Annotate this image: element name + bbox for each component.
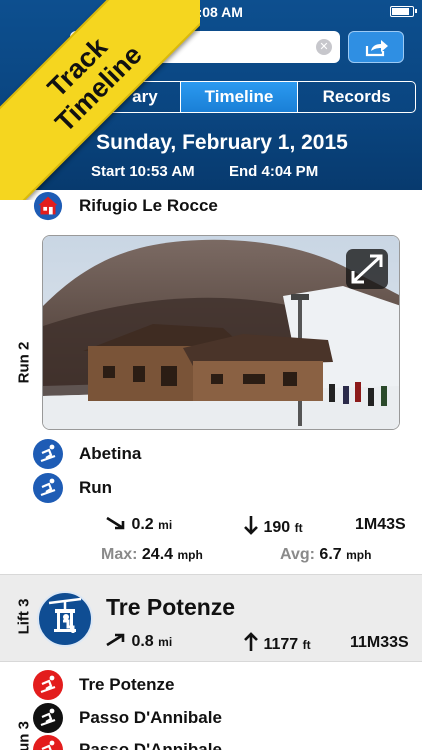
run-distance: 0.2 mi [105, 515, 172, 534]
lift-distance-value: 0.8 [131, 633, 154, 650]
run-segment-name: Passo D'Annibale [79, 708, 222, 727]
run-avg-speed: Avg: 6.7 mph [280, 546, 371, 564]
lift-vertical: 1177 ft [243, 632, 311, 654]
end-time: End 4:04 PM [229, 163, 319, 180]
start-time: Start 10:53 AM [91, 163, 195, 180]
run-duration: 1M43S [355, 516, 406, 533]
run-distance-unit: mi [158, 518, 173, 532]
search-value: Luce [130, 39, 165, 56]
lift-side-label: Lift 3 [15, 598, 33, 635]
day-title: Sunday, February 1, 2015 [96, 131, 348, 154]
down-arrow-icon [244, 516, 258, 535]
run-side-label: Run 2 [15, 341, 33, 384]
run-segment-name: Run [79, 478, 113, 497]
run-vertical: 190 ft [243, 515, 303, 537]
run-vertical-value: 190 [263, 519, 291, 536]
tab-summary[interactable]: ary [41, 82, 180, 112]
tab-records[interactable]: Records [297, 82, 415, 112]
lift-distance: 0.8 mi [105, 632, 172, 651]
run-segment-row[interactable]: Passo D'Annibale [33, 735, 222, 750]
lift-vertical-value: 1177 [263, 636, 299, 653]
lift-distance-unit: mi [158, 635, 173, 649]
search-input[interactable]: Luce ✕ [70, 31, 340, 63]
max-label: Max: [101, 546, 138, 563]
status-time: 10:08 AM [182, 4, 243, 20]
distance-arrow-icon [106, 633, 125, 647]
battery-icon [390, 6, 417, 17]
max-value: 24.4 [141, 546, 174, 563]
skier-icon [33, 473, 63, 503]
view-tabs: ary Timeline Records [40, 81, 416, 113]
lift-vertical-unit: ft [302, 638, 311, 652]
up-arrow-icon [244, 632, 258, 651]
expand-icon[interactable] [346, 249, 388, 289]
run-max-speed: Max: 24.4 mph [101, 546, 203, 564]
avg-value: 6.7 [319, 546, 342, 563]
tab-timeline[interactable]: Timeline [179, 82, 298, 112]
avg-unit: mph [346, 548, 372, 562]
next-run-side-label: un 3 [15, 721, 33, 750]
header: 10:08 AM Luce ✕ ary Timeline Records Sun… [0, 0, 422, 190]
avg-label: Avg: [280, 546, 315, 563]
max-unit: mph [177, 548, 203, 562]
skier-icon [33, 703, 63, 733]
run-segment-name: Tre Potenze [79, 675, 175, 694]
run-vertical-unit: ft [294, 521, 303, 535]
run-segment-row[interactable]: Tre Potenze [33, 670, 174, 700]
run-segment-row[interactable]: Run [33, 473, 112, 503]
skier-icon [33, 670, 63, 700]
skier-icon [33, 439, 63, 469]
location-name: Rifugio Le Rocce [79, 196, 218, 215]
clear-icon[interactable]: ✕ [316, 39, 332, 55]
share-button[interactable] [348, 31, 404, 63]
run-segment-name: Abetina [79, 444, 142, 463]
distance-arrow-icon [106, 516, 125, 530]
skier-icon [33, 735, 63, 750]
lift-name: Tre Potenze [106, 594, 236, 620]
chairlift-icon [37, 591, 93, 647]
run-segment-name: Passo D'Annibale [79, 740, 222, 750]
share-icon [365, 40, 388, 57]
lodge-icon [33, 191, 63, 221]
location-row[interactable]: Rifugio Le Rocce [33, 191, 218, 221]
run-segment-row[interactable]: Abetina [33, 439, 141, 469]
lift-duration: 11M33S [350, 634, 409, 651]
run-distance-value: 0.2 [131, 516, 154, 533]
status-bar: 10:08 AM [0, 0, 422, 24]
run-segment-row[interactable]: Passo D'Annibale [33, 703, 222, 733]
